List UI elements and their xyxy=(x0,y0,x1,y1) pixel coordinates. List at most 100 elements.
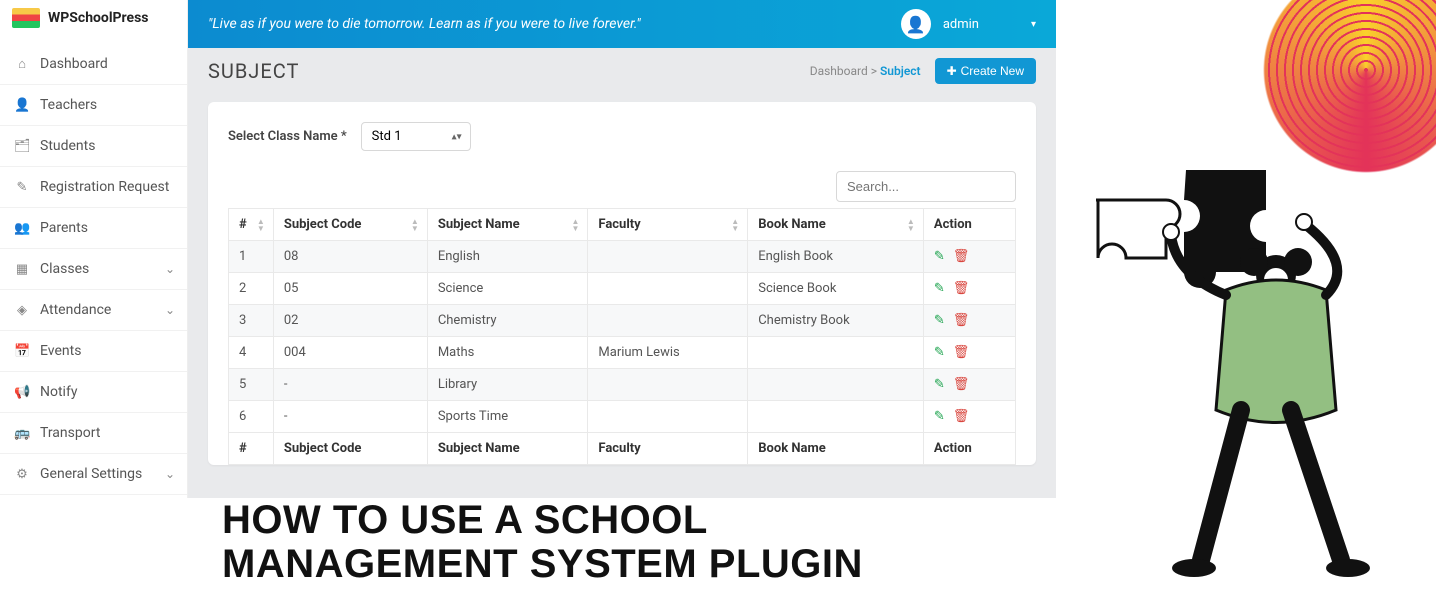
cell-action: ✎🗑 xyxy=(923,305,1015,337)
sidebar-item-settings[interactable]: ⚙ General Settings ⌄ xyxy=(0,454,187,495)
sidebar-item-classes-icon: ▦ xyxy=(14,262,30,277)
delete-icon[interactable]: 🗑 xyxy=(953,249,970,264)
cell-num: 5 xyxy=(229,369,274,401)
cell-code: - xyxy=(273,369,427,401)
sidebar-item-registration-icon: ✎ xyxy=(14,180,30,195)
delete-icon[interactable]: 🗑 xyxy=(953,345,970,360)
cell-faculty: Marium Lewis xyxy=(588,337,748,369)
edit-icon[interactable]: ✎ xyxy=(934,313,945,328)
breadcrumb-root[interactable]: Dashboard xyxy=(810,64,868,78)
cell-name: English xyxy=(427,241,588,273)
user-menu[interactable]: 👤 admin ▾ xyxy=(901,9,1036,39)
sort-icon[interactable]: ▲▼ xyxy=(257,218,265,232)
create-new-button[interactable]: ✚ Create New xyxy=(935,58,1036,84)
cell-action: ✎🗑 xyxy=(923,273,1015,305)
cell-name: Sports Time xyxy=(427,401,588,433)
sort-icon[interactable]: ▲▼ xyxy=(907,218,915,232)
col-code: Subject Code▲▼ xyxy=(273,209,427,241)
sidebar-item-students-icon: 🗂 xyxy=(14,139,30,154)
sidebar-item-parents-icon: 👥 xyxy=(14,221,30,236)
cell-code: 02 xyxy=(273,305,427,337)
content-card: Select Class Name * Std 1 ▴▾ #▲▼ Subject… xyxy=(208,102,1036,465)
class-select-label: Select Class Name * xyxy=(228,129,347,144)
sidebar-item-registration[interactable]: ✎ Registration Request xyxy=(0,167,187,208)
page-header: SUBJECT Dashboard > Subject ✚ Create New xyxy=(188,48,1056,90)
cell-name: Chemistry xyxy=(427,305,588,337)
foot-book: Book Name xyxy=(748,433,924,465)
class-select-value: Std 1 xyxy=(372,129,402,144)
chevron-down-icon: ⌄ xyxy=(165,467,175,481)
foot-action: Action xyxy=(923,433,1015,465)
breadcrumb-sep: > xyxy=(871,64,877,78)
edit-icon[interactable]: ✎ xyxy=(934,409,945,424)
brand-name: WPSchoolPress xyxy=(48,10,149,26)
delete-icon[interactable]: 🗑 xyxy=(953,409,970,424)
table-row: 6-Sports Time✎🗑 xyxy=(229,401,1016,433)
edit-icon[interactable]: ✎ xyxy=(934,249,945,264)
search-input[interactable] xyxy=(836,171,1016,202)
cell-faculty xyxy=(588,241,748,273)
cell-faculty xyxy=(588,369,748,401)
edit-icon[interactable]: ✎ xyxy=(934,281,945,296)
edit-icon[interactable]: ✎ xyxy=(934,345,945,360)
sidebar-item-classes[interactable]: ▦ Classes ⌄ xyxy=(0,249,187,290)
cell-code: 08 xyxy=(273,241,427,273)
sort-icon[interactable]: ▲▼ xyxy=(731,218,739,232)
username-label: admin xyxy=(943,17,979,32)
cell-num: 3 xyxy=(229,305,274,337)
sidebar-item-teachers-icon: 👤 xyxy=(14,98,30,113)
table-row: 205ScienceScience Book✎🗑 xyxy=(229,273,1016,305)
breadcrumb: Dashboard > Subject xyxy=(810,64,921,78)
cell-num: 2 xyxy=(229,273,274,305)
sidebar-item-label: Registration Request xyxy=(40,179,169,195)
table-row: 4004MathsMarium Lewis✎🗑 xyxy=(229,337,1016,369)
sidebar-item-label: Transport xyxy=(40,425,100,441)
create-label: Create New xyxy=(961,64,1024,78)
sidebar-item-dashboard[interactable]: ⌂Dashboard xyxy=(0,44,187,85)
cell-num: 1 xyxy=(229,241,274,273)
school-logo-icon xyxy=(12,8,40,28)
sidebar-item-label: Classes xyxy=(40,261,89,277)
edit-icon[interactable]: ✎ xyxy=(934,377,945,392)
chevron-down-icon: ⌄ xyxy=(165,262,175,276)
subjects-table: #▲▼ Subject Code▲▼ Subject Name▲▼ Facult… xyxy=(228,208,1016,465)
class-select[interactable]: Std 1 ▴▾ xyxy=(361,122,471,151)
col-faculty: Faculty▲▼ xyxy=(588,209,748,241)
halftone-decor-icon xyxy=(1236,0,1436,200)
woman-puzzle-illustration-icon xyxy=(1076,140,1396,610)
sort-icon[interactable]: ▲▼ xyxy=(411,218,419,232)
cell-action: ✎🗑 xyxy=(923,337,1015,369)
sidebar-item-events[interactable]: 📅Events xyxy=(0,331,187,372)
cell-book xyxy=(748,369,924,401)
delete-icon[interactable]: 🗑 xyxy=(953,281,970,296)
sidebar-item-label: Notify xyxy=(40,384,77,400)
sidebar-item-label: Students xyxy=(40,138,95,154)
cell-code: 004 xyxy=(273,337,427,369)
cell-book: Science Book xyxy=(748,273,924,305)
avatar-icon: 👤 xyxy=(901,9,931,39)
sidebar-item-transport[interactable]: 🚌 Transport xyxy=(0,413,187,454)
cell-book: Chemistry Book xyxy=(748,305,924,337)
sidebar-item-attendance[interactable]: ◈Attendance⌄ xyxy=(0,290,187,331)
sidebar-item-students[interactable]: 🗂 Students xyxy=(0,126,187,167)
main-area: "Live as if you were to die tomorrow. Le… xyxy=(188,0,1056,498)
delete-icon[interactable]: 🗑 xyxy=(953,377,970,392)
cell-book: English Book xyxy=(748,241,924,273)
page-title: SUBJECT xyxy=(208,59,299,83)
delete-icon[interactable]: 🗑 xyxy=(953,313,970,328)
table-row: 302ChemistryChemistry Book✎🗑 xyxy=(229,305,1016,337)
table-row: 5-Library✎🗑 xyxy=(229,369,1016,401)
col-name: Subject Name▲▼ xyxy=(427,209,588,241)
sidebar-item-settings-icon: ⚙ xyxy=(14,467,30,482)
cell-book xyxy=(748,401,924,433)
cell-faculty xyxy=(588,401,748,433)
cell-action: ✎🗑 xyxy=(923,369,1015,401)
cell-num: 4 xyxy=(229,337,274,369)
sidebar-item-notify[interactable]: 📢Notify xyxy=(0,372,187,413)
sort-icon[interactable]: ▲▼ xyxy=(571,218,579,232)
sidebar-item-transport-icon: 🚌 xyxy=(14,426,30,441)
sidebar-item-teachers[interactable]: 👤Teachers xyxy=(0,85,187,126)
sidebar-item-label: General Settings xyxy=(40,466,142,482)
cell-faculty xyxy=(588,305,748,337)
sidebar-item-parents[interactable]: 👥Parents xyxy=(0,208,187,249)
